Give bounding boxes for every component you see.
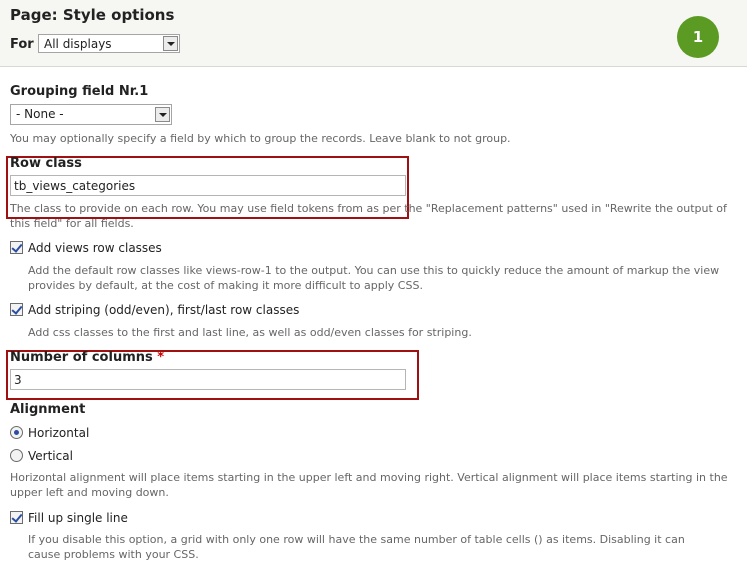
row-class-input[interactable]: tb_views_categories xyxy=(10,175,406,196)
fill-single-line-checkbox[interactable] xyxy=(10,511,23,524)
chevron-down-icon[interactable] xyxy=(155,107,170,122)
views-row-classes-checkbox[interactable] xyxy=(10,241,23,254)
grouping-field-select-value: - None - xyxy=(16,107,64,121)
striping-label: Add striping (odd/even), first/last row … xyxy=(28,303,300,317)
striping-checkbox[interactable] xyxy=(10,303,23,316)
row-class-description: The class to provide on each row. You ma… xyxy=(10,202,727,230)
for-display-select[interactable]: All displays xyxy=(38,34,180,53)
grouping-field-label: Grouping field Nr.1 xyxy=(10,84,149,99)
fill-single-line-description: If you disable this option, a grid with … xyxy=(28,533,685,561)
dialog-header: Page: Style options For All displays xyxy=(0,0,747,67)
alignment-horizontal-radio[interactable] xyxy=(10,426,23,439)
required-marker: * xyxy=(157,350,165,365)
columns-label: Number of columns * xyxy=(10,350,164,365)
grouping-field-select[interactable]: - None - xyxy=(10,104,172,125)
alignment-vertical-label: Vertical xyxy=(28,449,73,463)
alignment-vertical-radio[interactable] xyxy=(10,449,23,462)
alignment-description: Horizontal alignment will place items st… xyxy=(10,471,728,499)
views-row-classes-label: Add views row classes xyxy=(28,241,162,255)
views-row-classes-description: Add the default row classes like views-r… xyxy=(28,264,720,292)
alignment-horizontal-label: Horizontal xyxy=(28,426,90,440)
fill-single-line-label: Fill up single line xyxy=(28,511,128,525)
page-title: Page: Style options xyxy=(10,6,175,24)
alignment-label: Alignment xyxy=(10,402,86,417)
striping-description: Add css classes to the first and last li… xyxy=(28,326,472,339)
columns-input[interactable]: 3 xyxy=(10,369,406,390)
grouping-field-description: You may optionally specify a field by wh… xyxy=(10,132,511,145)
for-label: For xyxy=(10,37,34,52)
row-class-label: Row class xyxy=(10,156,82,171)
step-badge: 1 xyxy=(677,16,719,58)
chevron-down-icon[interactable] xyxy=(163,36,178,51)
columns-label-text: Number of columns xyxy=(10,350,153,365)
for-display-select-value: All displays xyxy=(44,37,112,51)
